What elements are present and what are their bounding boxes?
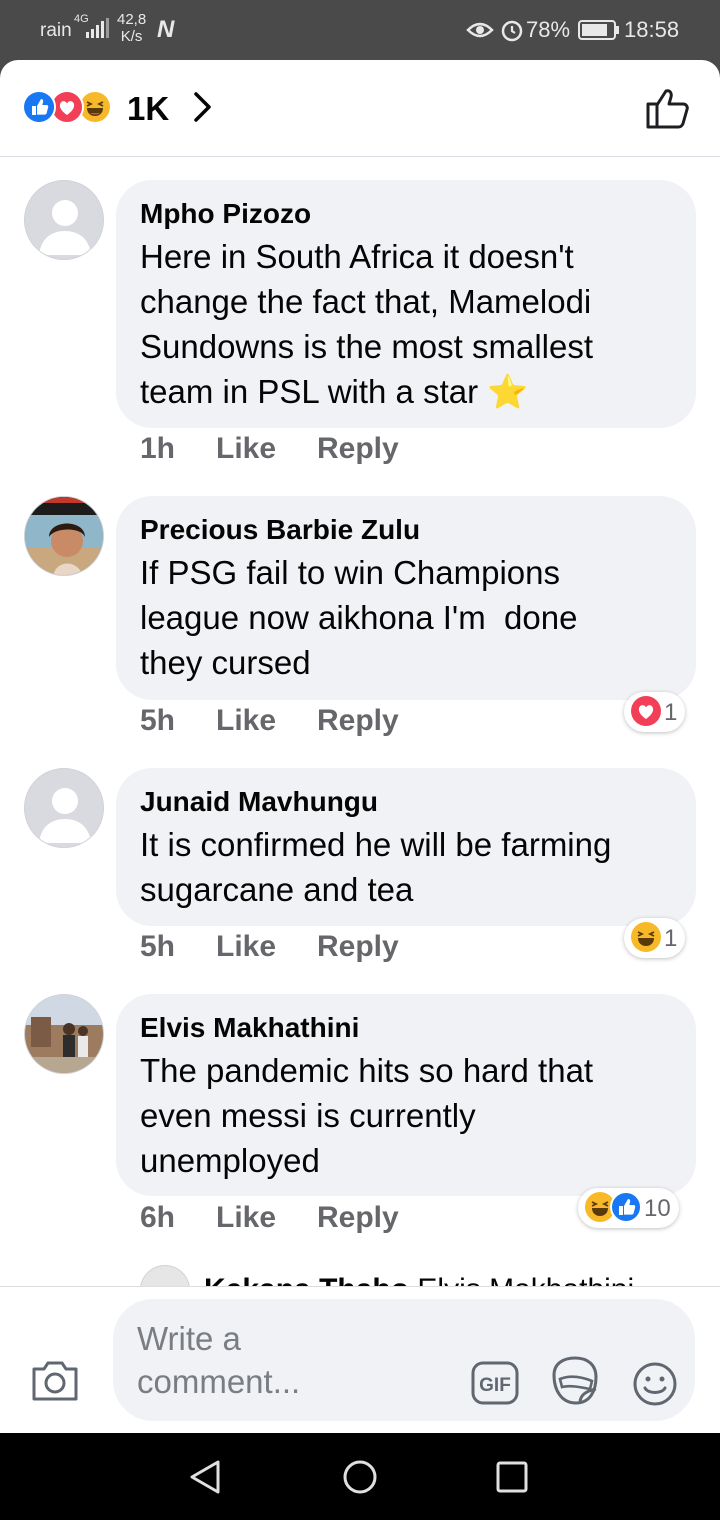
comment-reaction-badge[interactable]: 1 — [624, 692, 686, 732]
comment-time: 5h — [140, 930, 176, 963]
comment-text: It is confirmed he will be farming sugar… — [140, 822, 672, 912]
like-post-button[interactable] — [644, 86, 692, 135]
like-button[interactable]: Like — [216, 930, 276, 964]
comment-composer: Write a comment... GIF — [0, 1286, 720, 1433]
comment-bubble[interactable]: Precious Barbie Zulu If PSG fail to win … — [116, 496, 696, 700]
sticker-icon[interactable] — [550, 1355, 600, 1412]
comment-line: The pandemic hits so hard that — [140, 1052, 594, 1089]
like-button[interactable]: Like — [216, 704, 276, 738]
like-button[interactable]: Like — [216, 1201, 276, 1235]
comment-line: Sundowns is the most smallest — [140, 328, 594, 365]
avatar[interactable] — [24, 768, 104, 848]
haha-reaction-icon — [630, 921, 662, 953]
avatar[interactable] — [24, 180, 104, 260]
comment-line: team in PSL with a star ⭐ — [140, 373, 529, 410]
gif-label: GIF — [479, 1375, 511, 1396]
commenter-name[interactable]: Junaid Mavhungu — [140, 784, 672, 820]
reaction-count: 1 — [664, 699, 678, 726]
like-button[interactable]: Like — [216, 432, 276, 466]
alarm-icon — [500, 18, 524, 47]
comment-text: Here in South Africa it doesn't change t… — [140, 234, 672, 414]
comment-line: unemployed — [140, 1142, 320, 1179]
love-reaction-icon — [630, 695, 662, 727]
network-speed: 42,8 K/s — [117, 11, 146, 45]
system-nav-bar — [0, 1433, 720, 1520]
comment-line: sugarcane and tea — [140, 871, 414, 908]
clock: 18:58 — [624, 17, 680, 42]
comment-time: 1h — [140, 432, 176, 465]
comment-text: If PSG fail to win Champions league now … — [140, 550, 672, 685]
comment-reaction-badge[interactable]: 1 — [624, 918, 686, 958]
commenter-name[interactable]: Precious Barbie Zulu — [140, 512, 672, 548]
comment-line: they cursed — [140, 644, 311, 681]
avatar[interactable] — [24, 994, 104, 1074]
reaction-count: 1 — [664, 925, 678, 952]
comment-line: change the fact that, Mamelodi — [140, 283, 592, 320]
carrier-label: rain — [40, 20, 72, 41]
battery-icon — [578, 20, 620, 45]
comment-bubble[interactable]: Mpho Pizozo Here in South Africa it does… — [116, 180, 696, 428]
avatar[interactable] — [24, 496, 104, 576]
comment-line: Here in South Africa it doesn't — [140, 238, 574, 275]
home-icon[interactable] — [342, 1459, 378, 1500]
comment-input-placeholder: Write a comment... — [137, 1317, 377, 1403]
chevron-right-icon[interactable] — [190, 90, 216, 129]
status-bar: rain 4G 42,8 K/s N 78% 18:58 — [0, 0, 720, 60]
gif-button[interactable]: GIF — [471, 1361, 519, 1410]
reply-button[interactable]: Reply — [317, 930, 399, 964]
comment-bubble[interactable]: Elvis Makhathini The pandemic hits so ha… — [116, 994, 696, 1196]
reaction-count: 10 — [644, 1195, 671, 1222]
comment-bubble[interactable]: Junaid Mavhungu It is confirmed he will … — [116, 768, 696, 926]
reaction-count[interactable]: 1K — [127, 90, 169, 128]
comment-time: 6h — [140, 1201, 176, 1234]
placeholder-line: Write a — [137, 1320, 241, 1357]
star-emoji-icon: ⭐ — [487, 373, 529, 410]
reactions-header: 1K — [0, 60, 720, 157]
nfc-icon: N — [157, 16, 175, 43]
comments-sheet: 1K Mpho Pizozo Here in South Africa it d… — [0, 60, 720, 1433]
network-speed-unit: K/s — [120, 28, 143, 45]
recent-apps-icon[interactable] — [496, 1461, 528, 1498]
placeholder-line: comment... — [137, 1363, 301, 1400]
camera-icon[interactable] — [30, 1359, 80, 1408]
eye-comfort-icon — [466, 18, 494, 47]
comment-text: The pandemic hits so hard that even mess… — [140, 1048, 672, 1183]
signal-icon — [86, 18, 110, 45]
comment-time: 5h — [140, 704, 176, 737]
comment-reaction-badge[interactable]: 10 — [578, 1188, 679, 1228]
network-speed-value: 42,8 — [117, 11, 147, 28]
emoji-icon[interactable] — [632, 1361, 678, 1412]
comment-input[interactable]: Write a comment... GIF — [113, 1299, 695, 1421]
like-reaction-icon — [610, 1191, 642, 1223]
battery-percent: 78% — [526, 17, 571, 42]
reply-button[interactable]: Reply — [317, 704, 399, 738]
comment-line: league now aikhona I'm done — [140, 599, 578, 636]
reaction-summary[interactable] — [22, 90, 122, 124]
comment-line: It is confirmed he will be farming — [140, 826, 612, 863]
reply-button[interactable]: Reply — [317, 1201, 399, 1235]
commenter-name[interactable]: Mpho Pizozo — [140, 196, 672, 232]
commenter-name[interactable]: Elvis Makhathini — [140, 1010, 672, 1046]
comment-line: If PSG fail to win Champions — [140, 554, 561, 591]
back-icon[interactable] — [188, 1459, 222, 1500]
reply-button[interactable]: Reply — [317, 432, 399, 466]
like-reaction-icon — [22, 90, 56, 124]
comment-line: even messi is currently — [140, 1097, 476, 1134]
